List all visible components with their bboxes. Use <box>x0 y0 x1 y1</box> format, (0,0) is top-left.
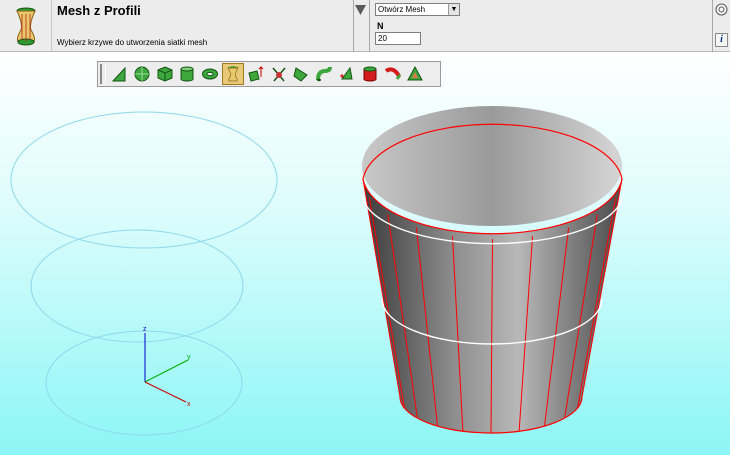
profile-ellipse-bottom[interactable] <box>45 330 243 436</box>
collapse-triangle-icon[interactable] <box>354 2 367 18</box>
profile-ellipse-middle[interactable] <box>30 229 244 343</box>
profile-mesh-icon[interactable] <box>221 63 244 85</box>
axis-z-label: z <box>143 326 147 333</box>
scene-canvas[interactable]: z y x <box>0 53 730 455</box>
torus-icon[interactable] <box>199 63 221 85</box>
sphere-icon[interactable] <box>131 63 153 85</box>
pipe-icon[interactable] <box>313 63 335 85</box>
command-hint: Wybierz krzywe do utworzenia siatki mesh <box>57 38 208 47</box>
toolbar-grip[interactable] <box>100 64 106 84</box>
mesh-mode-select[interactable]: Otwórz Mesh ▼ <box>375 3 460 16</box>
n-input[interactable] <box>375 32 421 45</box>
dropdown-arrow-icon[interactable]: ▼ <box>448 4 459 15</box>
cone-icon[interactable] <box>108 63 130 85</box>
vase-mesh-icon <box>0 0 52 52</box>
mesh-toolbar <box>97 61 441 87</box>
box-icon[interactable] <box>154 63 176 85</box>
profile-ellipse-top[interactable] <box>10 111 278 249</box>
extrude-icon[interactable] <box>245 63 267 85</box>
target-circle-icon[interactable] <box>715 3 728 16</box>
axis-y-label: y <box>187 354 191 361</box>
color-cylinder-icon[interactable] <box>359 63 381 85</box>
mesh-mode-value: Otwórz Mesh <box>378 5 426 14</box>
info-button[interactable]: i <box>715 33 728 47</box>
command-title: Mesh z Profili <box>57 3 141 18</box>
plane-mesh-icon[interactable] <box>290 63 312 85</box>
add-mesh-icon[interactable] <box>336 63 358 85</box>
3d-viewport[interactable]: z y x <box>0 53 730 455</box>
panel-divider <box>712 0 713 52</box>
command-panel: Mesh z Profili Wybierz krzywe do utworze… <box>0 0 730 52</box>
cylinder-icon[interactable] <box>176 63 198 85</box>
axis-gizmo: z y x <box>143 326 191 408</box>
offset-mesh-icon[interactable] <box>404 63 426 85</box>
sweep-icon[interactable] <box>382 63 404 85</box>
profile-mesh[interactable] <box>362 106 623 434</box>
panel-divider <box>369 0 370 52</box>
axis-x-label: x <box>187 401 191 408</box>
revolve-icon[interactable] <box>268 63 290 85</box>
n-label: N <box>377 21 384 31</box>
